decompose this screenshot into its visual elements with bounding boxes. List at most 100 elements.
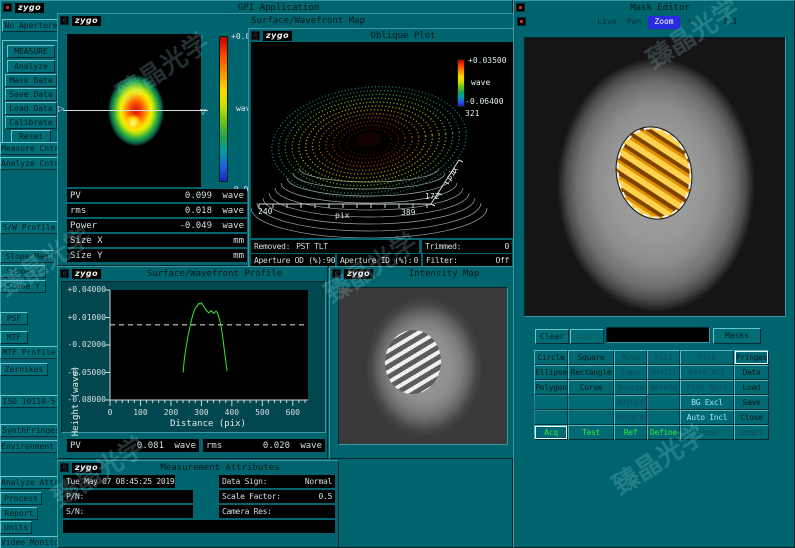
- controls-bolt-icon[interactable]: [332, 268, 341, 279]
- mask-btn-fringes[interactable]: Fringes: [734, 350, 769, 365]
- mask-btn-rotate[interactable]: Rotate: [614, 410, 647, 425]
- stat-unit: wave: [212, 221, 244, 231]
- pn-field[interactable]: P/N:: [63, 490, 193, 503]
- masks-button[interactable]: Masks: [713, 328, 761, 344]
- zygo-logo: zygo: [72, 16, 101, 26]
- window-menu-icon[interactable]: [517, 17, 526, 26]
- live-button[interactable]: Live: [594, 16, 620, 29]
- mask-btn-pick-nest[interactable]: Pick Nest: [680, 380, 734, 395]
- sidebar-item-units[interactable]: Units: [0, 521, 32, 534]
- profile-chart: Height (wave) Distance (pix) +0.04000+0.…: [61, 281, 326, 433]
- stat-unit: wave: [290, 441, 322, 451]
- trimmed-field: Trimmed: 0: [422, 240, 512, 253]
- sidebar-item-iso-10110-5[interactable]: ISO 10110-5: [0, 395, 58, 408]
- scale-factor-field[interactable]: Scale Factor: 0.5: [219, 490, 335, 503]
- mask-btn-pick[interactable]: Pick: [680, 350, 734, 365]
- mask-btn-ellipse[interactable]: Ellipse: [534, 365, 568, 380]
- sidebar-item-analyze-cntrl[interactable]: Analyze Cntrl: [0, 157, 62, 170]
- stat-label: Size Y: [70, 251, 103, 261]
- controls-bolt-icon[interactable]: [251, 30, 260, 41]
- zoom-out-button[interactable]: -: [698, 16, 710, 29]
- sidebar-item-save-data[interactable]: Save Data: [5, 88, 57, 101]
- mask-btn-undef[interactable]: Undef: [734, 425, 769, 440]
- profile-ytick-label: -0.08000: [62, 395, 106, 404]
- field-label: Camera Res:: [222, 507, 272, 516]
- profile-xtick-label: 0: [98, 408, 122, 417]
- mask-btn-square[interactable]: Square: [568, 350, 614, 365]
- sn-field[interactable]: S/N:: [63, 505, 193, 518]
- clear-button[interactable]: Clear: [535, 329, 569, 344]
- mask-editor-canvas[interactable]: [524, 37, 786, 317]
- sidebar-item-load-data[interactable]: Load Data: [5, 102, 57, 115]
- sidebar-item-synthfringes[interactable]: SynthFringes: [0, 424, 62, 437]
- sidebar-item-slope-x[interactable]: Slope X: [0, 265, 46, 278]
- comment-field[interactable]: [63, 520, 335, 533]
- sidebar-item-measure[interactable]: MEASURE: [7, 45, 55, 58]
- profile-slice-line[interactable]: [63, 110, 208, 111]
- controls-bolt-icon[interactable]: [60, 15, 69, 26]
- mask-btn-circle[interactable]: Circle: [534, 350, 568, 365]
- no-aperture-button[interactable]: No Aperture: [2, 19, 60, 32]
- mask-btn-unfill[interactable]: Unfill: [647, 365, 680, 380]
- mask-btn-resize[interactable]: Resize: [614, 380, 647, 395]
- zoom-button[interactable]: Zoom: [648, 16, 680, 29]
- sidebar-item-slope-mag[interactable]: Slope Mag: [0, 250, 54, 263]
- mask-btn-delete[interactable]: Delete: [647, 380, 680, 395]
- sidebar-item-zernikes[interactable]: Zernikes: [0, 363, 48, 376]
- sidebar-item-analyze-attr[interactable]: Analyze Attr: [0, 476, 58, 489]
- sidebar-item-process[interactable]: Process: [0, 492, 42, 505]
- sidebar-item-video-monitor[interactable]: Video Monitor: [0, 536, 62, 548]
- mask-btn-show[interactable]: Show: [680, 425, 734, 440]
- mask-btn-rectangle[interactable]: Rectangle: [568, 365, 614, 380]
- mask-btn-acq[interactable]: Acq: [534, 425, 568, 440]
- oblique-plot-area: [251, 42, 513, 238]
- mask-btn-data[interactable]: Data: [734, 365, 769, 380]
- sidebar-item-mask-data[interactable]: Mask Data: [5, 74, 57, 87]
- mask-btn-adjust[interactable]: Adjust: [614, 395, 647, 410]
- sidebar-item-slope-y[interactable]: Slope Y: [0, 280, 46, 293]
- mask-btn-close[interactable]: Close: [734, 410, 769, 425]
- mask-btn-auto-incl[interactable]: Auto Incl: [680, 410, 734, 425]
- pan-button[interactable]: Pan: [622, 16, 646, 29]
- slice-handle-left-icon[interactable]: ▷: [58, 105, 64, 113]
- mask-btn-bg-excl[interactable]: BG Excl: [680, 395, 734, 410]
- stat-unit: mm: [212, 236, 244, 246]
- controls-bolt-icon[interactable]: [60, 268, 69, 279]
- mask-name-input[interactable]: [606, 327, 710, 343]
- zoom-in-button[interactable]: +: [684, 16, 696, 29]
- slice-handle-right-icon[interactable]: ▽: [200, 108, 206, 116]
- field-label: S/N:: [66, 507, 84, 516]
- sidebar-item-mtf-profile[interactable]: MTF Profile: [0, 346, 58, 359]
- camera-res-field[interactable]: Camera Res:: [219, 505, 335, 518]
- sidebar-item-mtf[interactable]: MTF: [0, 331, 28, 344]
- profile-xtick-label: 600: [281, 408, 305, 417]
- oblique-title: Oblique Plot: [295, 31, 511, 41]
- mask-btn-load[interactable]: Load: [734, 380, 769, 395]
- field-label: P/N:: [66, 492, 84, 501]
- sidebar-item-report[interactable]: Report: [0, 507, 38, 520]
- mask-btn-move[interactable]: Move: [614, 350, 647, 365]
- mask-grid-empty-cell: [568, 395, 614, 410]
- apply-button[interactable]: Apply: [570, 329, 604, 344]
- sidebar-item-psf[interactable]: PSF: [0, 312, 28, 325]
- controls-bolt-icon[interactable]: [60, 462, 69, 473]
- mask-btn-define[interactable]: Define: [647, 425, 680, 440]
- window-menu-icon[interactable]: [3, 3, 12, 12]
- mask-btn-copy[interactable]: Copy: [614, 365, 647, 380]
- mask-btn-fill[interactable]: Fill: [647, 350, 680, 365]
- mask-btn-curve[interactable]: Curve: [568, 380, 614, 395]
- mask-btn-pick-all[interactable]: Pick All: [680, 365, 734, 380]
- sidebar-item-calibrate[interactable]: Calibrate: [5, 116, 57, 129]
- sidebar-item-sw-profile[interactable]: S/W Profile: [0, 221, 58, 234]
- sidebar-item-measure-cntrl[interactable]: Measure Cntrl: [0, 142, 62, 155]
- removed-field[interactable]: Removed: PST TLT: [251, 240, 419, 253]
- mask-btn-ref[interactable]: Ref: [614, 425, 647, 440]
- data-sign-field[interactable]: Data Sign: Normal: [219, 475, 335, 488]
- mask-btn-save[interactable]: Save: [734, 395, 769, 410]
- window-menu-icon[interactable]: [516, 3, 525, 12]
- sidebar-item-analyze[interactable]: Analyze: [7, 60, 55, 73]
- sidebar-item-environment[interactable]: Environment Te: [0, 440, 62, 453]
- mask-btn-polygon[interactable]: Polygon: [534, 380, 568, 395]
- mask-btn-test[interactable]: Test: [568, 425, 614, 440]
- map-title: Surface/Wavefront Map: [104, 16, 512, 26]
